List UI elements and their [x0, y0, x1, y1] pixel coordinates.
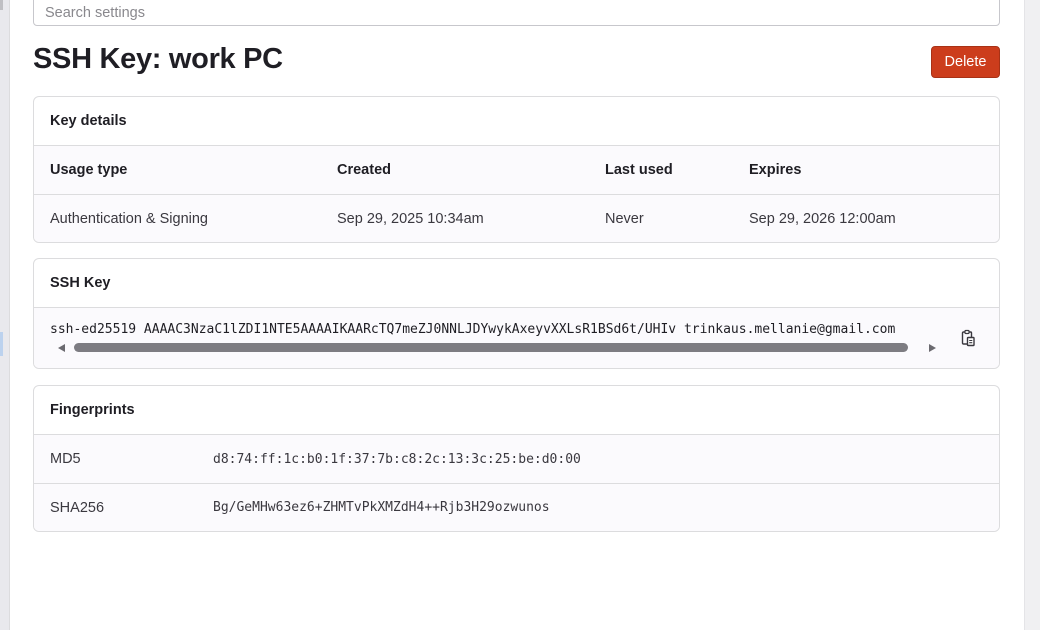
search-input[interactable] [45, 0, 988, 21]
created-value: Sep 29, 2025 10:34am [337, 210, 484, 227]
key-details-heading: Key details [34, 97, 999, 146]
scroll-right-arrow-icon[interactable] [929, 344, 936, 352]
ssh-key-value[interactable]: ssh-ed25519 AAAAC3NzaC1lZDI1NTE5AAAAIKAA… [50, 322, 944, 337]
ssh-key-body: ssh-ed25519 AAAAC3NzaC1lZDI1NTE5AAAAIKAA… [34, 308, 999, 368]
column-header-usage-type: Usage type [50, 162, 128, 178]
clipboard-copy-icon[interactable] [959, 329, 977, 349]
right-gutter [1024, 0, 1040, 630]
fingerprints-card: Fingerprints MD5 d8:74:ff:1c:b0:1f:37:7b… [33, 385, 1000, 532]
column-header-expires: Expires [749, 162, 802, 178]
ssh-key-heading: SSH Key [34, 259, 999, 308]
fingerprint-label: SHA256 [50, 499, 105, 516]
key-details-value-row: Authentication & Signing Sep 29, 2025 10… [34, 194, 999, 242]
clipboard-copy-icon-glyph [961, 329, 975, 347]
search-box[interactable] [33, 0, 1000, 26]
delete-button[interactable]: Delete [931, 46, 1000, 78]
fingerprint-value[interactable]: d8:74:ff:1c:b0:1f:37:7b:c8:2c:13:3c:25:b… [213, 452, 581, 467]
gutter-marker [0, 0, 3, 10]
usage-type-value: Authentication & Signing [50, 210, 208, 227]
left-gutter [0, 0, 10, 630]
fingerprint-row-sha256: SHA256 Bg/GeMHw63ez6+ZHMTvPkXMZdH4++Rjb3… [34, 483, 999, 531]
fingerprint-label: MD5 [50, 451, 81, 467]
column-header-created: Created [337, 162, 391, 178]
fingerprint-value[interactable]: Bg/GeMHw63ez6+ZHMTvPkXMZdH4++Rjb3H29ozwu… [213, 500, 550, 515]
key-details-header-row: Usage type Created Last used Expires [34, 146, 999, 194]
scroll-left-arrow-icon[interactable] [58, 344, 65, 352]
fingerprints-heading: Fingerprints [34, 386, 999, 435]
ssh-key-card: SSH Key ssh-ed25519 AAAAC3NzaC1lZDI1NTE5… [33, 258, 1000, 369]
gutter-marker-active [0, 332, 3, 356]
fingerprint-row-md5: MD5 d8:74:ff:1c:b0:1f:37:7b:c8:2c:13:3c:… [34, 435, 999, 483]
horizontal-scrollbar[interactable] [50, 342, 944, 356]
settings-main-panel: SSH Key: work PC Delete Key details Usag… [10, 0, 1024, 630]
key-details-card: Key details Usage type Created Last used… [33, 96, 1000, 243]
page-title: SSH Key: work PC [33, 43, 283, 75]
scrollbar-thumb[interactable] [74, 343, 908, 352]
last-used-value: Never [605, 210, 644, 227]
expires-value: Sep 29, 2026 12:00am [749, 210, 896, 227]
column-header-last-used: Last used [605, 162, 673, 178]
